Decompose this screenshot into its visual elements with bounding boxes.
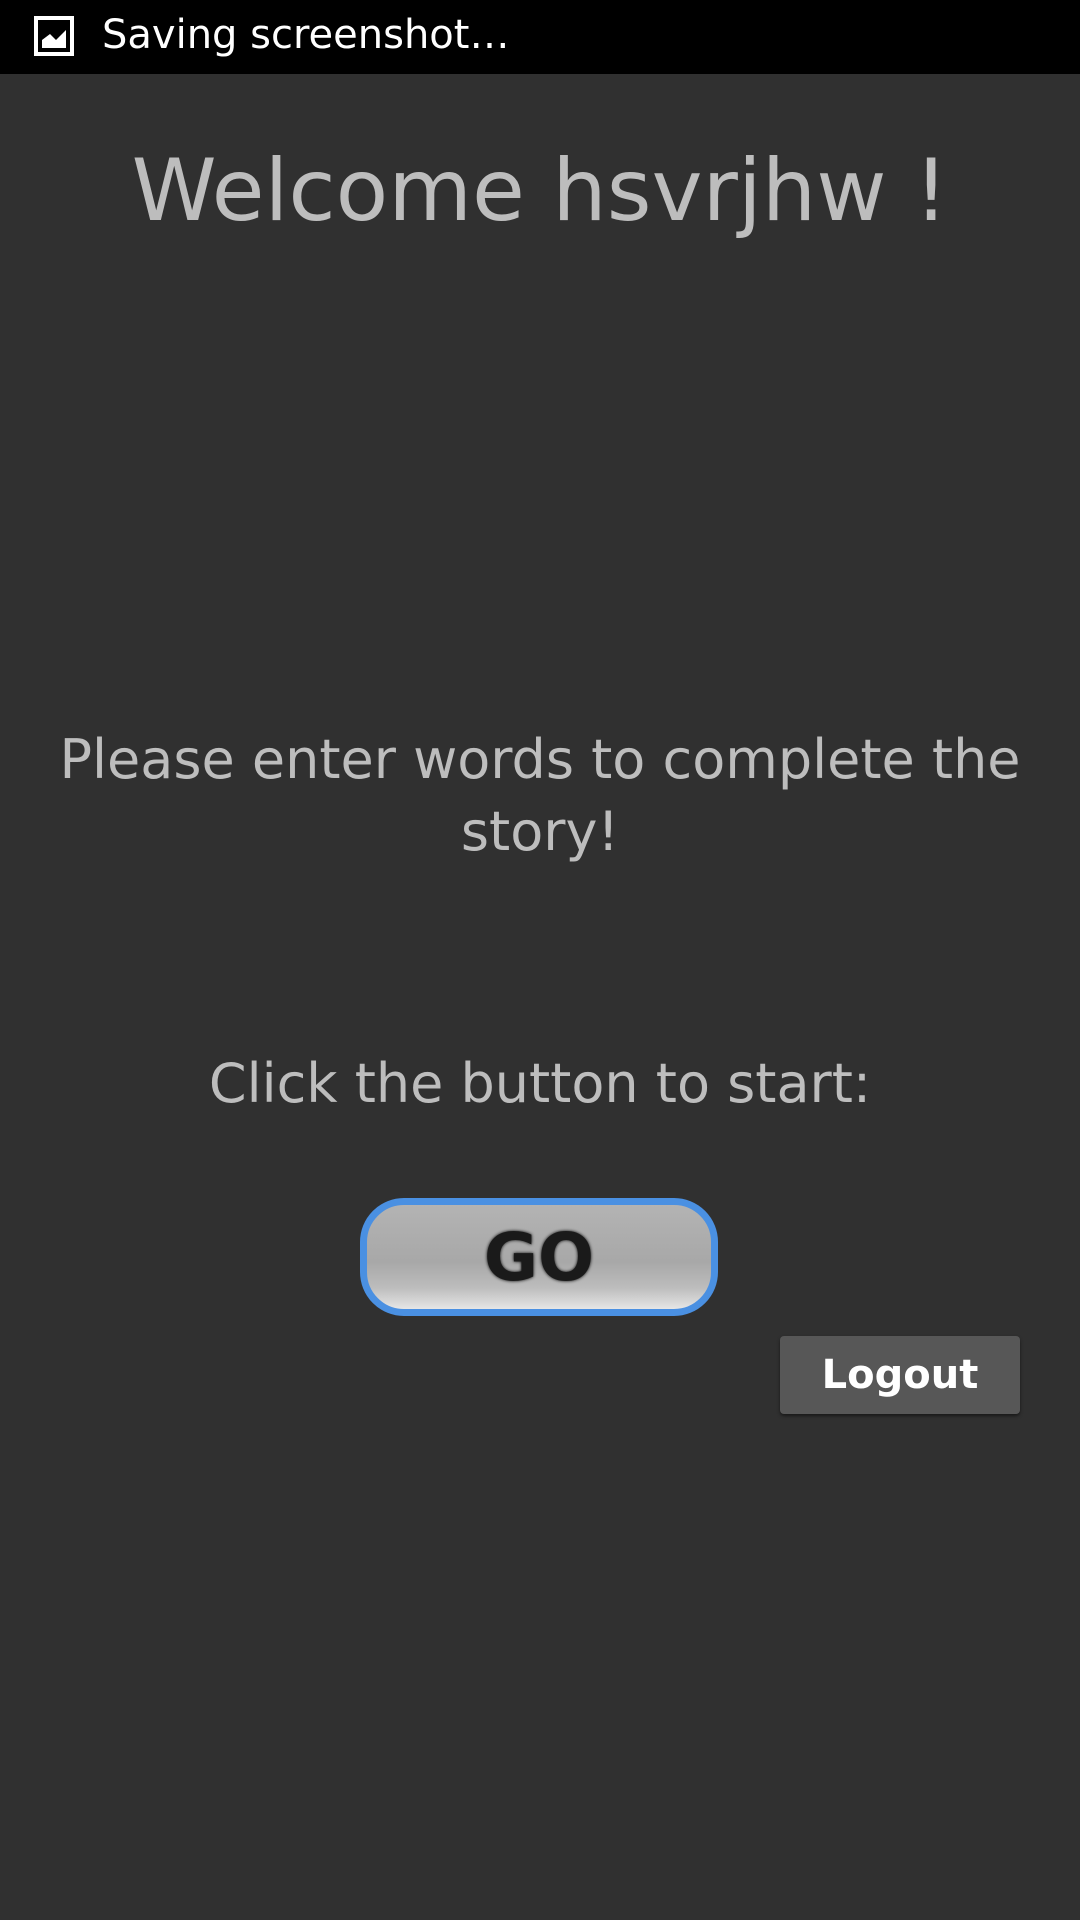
instructions-text: Please enter words to complete the story…	[59, 728, 1021, 863]
go-button[interactable]: GO	[360, 1198, 718, 1316]
image-icon	[34, 16, 74, 56]
logout-button[interactable]: Logout	[780, 1336, 1020, 1414]
app-screen: Welcome hsvrjhw ! Please enter words to …	[0, 74, 1080, 1920]
welcome-title: Welcome hsvrjhw !	[131, 141, 949, 241]
start-hint-text: Click the button to start:	[208, 1052, 872, 1115]
status-text: Saving screenshot…	[102, 12, 510, 58]
status-bar: Saving screenshot…	[0, 0, 1080, 74]
